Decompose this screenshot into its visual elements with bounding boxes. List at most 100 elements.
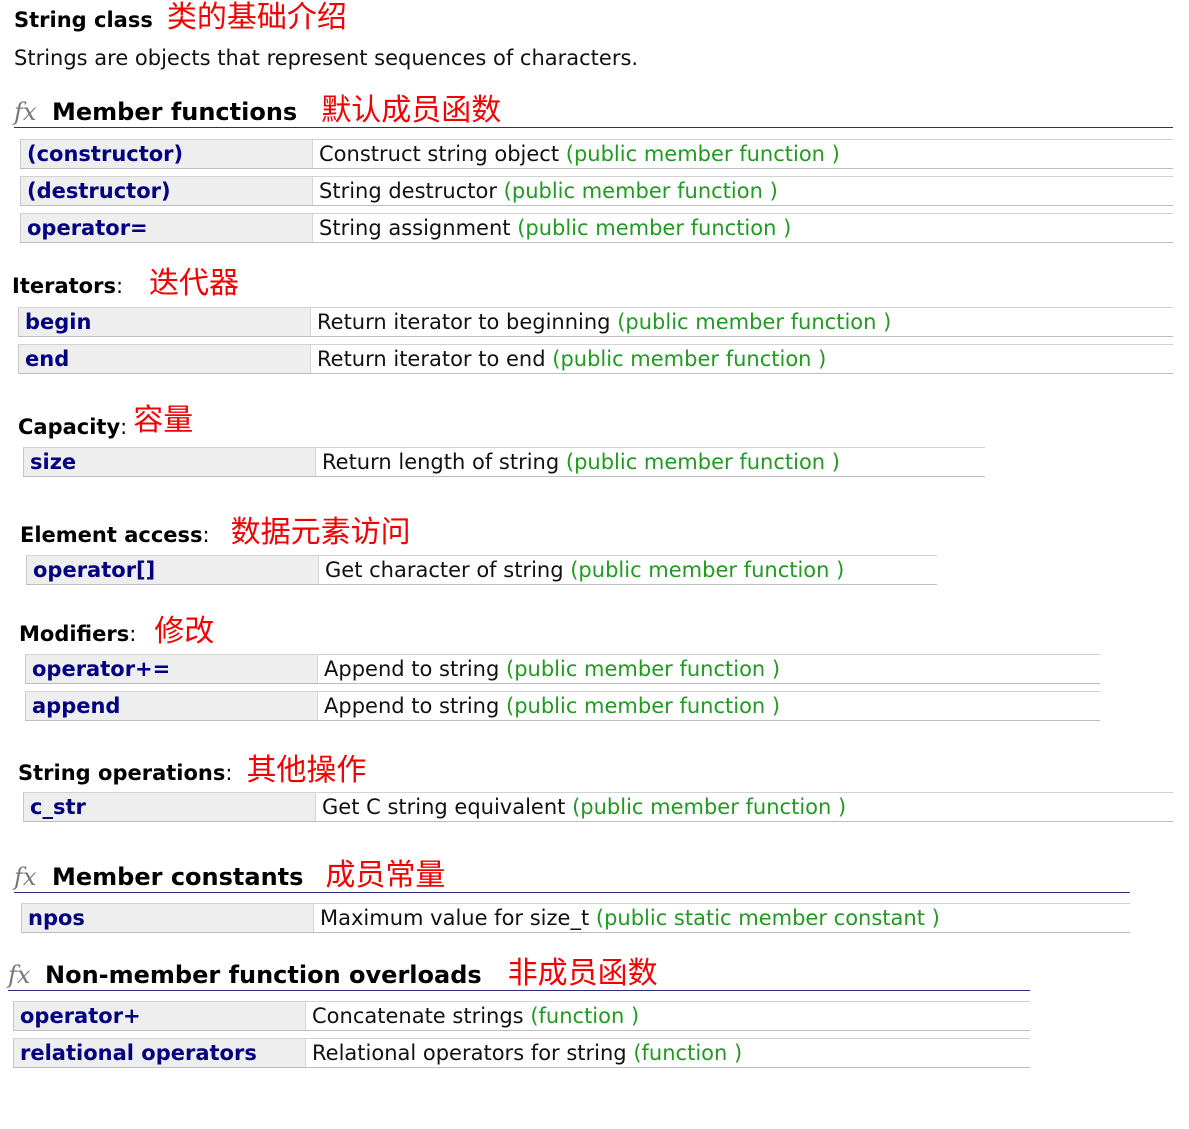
table-row: begin Return iterator to beginning (publ… bbox=[18, 307, 1173, 337]
table-row: relational operators Relational operator… bbox=[13, 1038, 1030, 1068]
iterators-table: begin Return iterator to beginning (publ… bbox=[18, 307, 1173, 381]
subsection-label-iterators: Iterators : 迭代器 bbox=[12, 269, 239, 299]
section-heading-member-constants: Member constants 成员常量 bbox=[14, 861, 1130, 893]
name-cell: size bbox=[23, 448, 316, 476]
subsection-annotation: 修改 bbox=[154, 614, 215, 649]
member-link-relational-operators[interactable]: relational operators bbox=[20, 1041, 257, 1065]
member-link-append[interactable]: append bbox=[32, 694, 120, 718]
member-type-note: (public member function ) bbox=[572, 795, 847, 819]
member-description: Relational operators for string bbox=[312, 1041, 627, 1065]
name-cell: c_str bbox=[23, 793, 316, 821]
section-title: Member constants bbox=[52, 863, 304, 891]
description-cell: Relational operators for string (functio… bbox=[306, 1039, 1030, 1067]
section-heading-member-functions: Member functions 默认成员函数 bbox=[14, 96, 1173, 128]
member-type-note: (public member function ) bbox=[506, 694, 781, 718]
table-row: npos Maximum value for size_t (public st… bbox=[21, 903, 1130, 933]
subsection-label-capacity: Capacity : 容量 bbox=[18, 406, 193, 440]
description-cell: Get C string equivalent (public member f… bbox=[316, 793, 1173, 821]
table-row: (destructor) String destructor (public m… bbox=[20, 176, 1173, 206]
string-operations-table: c_str Get C string equivalent (public me… bbox=[23, 792, 1173, 829]
description-cell: Return iterator to end (public member fu… bbox=[311, 345, 1173, 373]
description-cell: Concatenate strings (function ) bbox=[306, 1002, 1030, 1030]
description-cell: Append to string (public member function… bbox=[318, 655, 1100, 683]
description-cell: Return iterator to beginning (public mem… bbox=[311, 308, 1173, 336]
table-row: c_str Get C string equivalent (public me… bbox=[23, 792, 1173, 822]
subsection-annotation: 其他操作 bbox=[246, 753, 367, 788]
page: { "page": { "title": "String class", "ti… bbox=[0, 0, 1189, 1129]
fx-icon bbox=[8, 963, 34, 987]
subsection-title: String operations bbox=[18, 761, 226, 785]
section-annotation: 默认成员函数 bbox=[321, 93, 502, 128]
member-description: Append to string bbox=[324, 657, 500, 681]
label-colon: : bbox=[202, 523, 210, 547]
member-link-npos[interactable]: npos bbox=[28, 906, 85, 930]
name-cell: relational operators bbox=[13, 1039, 306, 1067]
fx-icon bbox=[14, 100, 40, 124]
name-cell: (constructor) bbox=[20, 140, 313, 168]
member-link-operator-assign[interactable]: operator= bbox=[27, 216, 148, 240]
label-colon: : bbox=[129, 622, 137, 646]
subsection-title: Element access bbox=[20, 523, 203, 547]
member-type-note: (public member function ) bbox=[565, 142, 840, 166]
table-row: size Return length of string (public mem… bbox=[23, 447, 985, 477]
subsection-title: Iterators bbox=[12, 274, 116, 298]
member-description: String destructor bbox=[319, 179, 497, 203]
subsection-label-modifiers: Modifiers : 修改 bbox=[19, 617, 214, 647]
section-annotation: 非成员函数 bbox=[507, 956, 658, 991]
member-link-c-str[interactable]: c_str bbox=[30, 795, 86, 819]
member-description: Get character of string bbox=[325, 558, 564, 582]
member-link-destructor[interactable]: (destructor) bbox=[27, 179, 171, 203]
member-functions-table: (constructor) Construct string object (p… bbox=[20, 139, 1173, 250]
member-type-note: (public static member constant ) bbox=[595, 906, 940, 930]
table-row: append Append to string (public member f… bbox=[25, 691, 1100, 721]
description-cell: Return length of string (public member f… bbox=[316, 448, 985, 476]
modifiers-table: operator+= Append to string (public memb… bbox=[25, 654, 1100, 728]
label-colon: : bbox=[120, 415, 128, 439]
name-cell: operator= bbox=[20, 214, 313, 242]
member-link-size[interactable]: size bbox=[30, 450, 76, 474]
subsection-annotation: 迭代器 bbox=[149, 266, 240, 301]
section-title: Non-member function overloads bbox=[45, 961, 482, 989]
member-type-note: (public member function ) bbox=[565, 450, 840, 474]
member-link-operator-plus-assign[interactable]: operator+= bbox=[32, 657, 170, 681]
member-type-note: (public member function ) bbox=[570, 558, 845, 582]
page-description: Strings are objects that represent seque… bbox=[14, 46, 639, 70]
section-annotation: 成员常量 bbox=[325, 858, 446, 893]
table-row: operator+ Concatenate strings (function … bbox=[13, 1001, 1030, 1031]
member-link-end[interactable]: end bbox=[25, 347, 69, 371]
member-type-note: (function ) bbox=[633, 1041, 743, 1065]
name-cell: end bbox=[18, 345, 311, 373]
table-row: end Return iterator to end (public membe… bbox=[18, 344, 1173, 374]
member-link-operator-plus[interactable]: operator+ bbox=[20, 1004, 141, 1028]
table-row: operator+= Append to string (public memb… bbox=[25, 654, 1100, 684]
description-cell: String assignment (public member functio… bbox=[313, 214, 1173, 242]
description-cell: Construct string object (public member f… bbox=[313, 140, 1173, 168]
table-row: (constructor) Construct string object (p… bbox=[20, 139, 1173, 169]
table-row: operator[] Get character of string (publ… bbox=[26, 555, 937, 585]
member-description: Concatenate strings bbox=[312, 1004, 524, 1028]
member-type-note: (public member function ) bbox=[506, 657, 781, 681]
member-description: Maximum value for size_t bbox=[320, 906, 590, 930]
description-cell: Maximum value for size_t (public static … bbox=[314, 904, 1130, 932]
member-description: Return length of string bbox=[322, 450, 560, 474]
member-type-note: (public member function ) bbox=[617, 310, 892, 334]
subsection-annotation: 数据元素访问 bbox=[230, 515, 411, 550]
name-cell: operator+= bbox=[25, 655, 318, 683]
description-cell: Append to string (public member function… bbox=[318, 692, 1100, 720]
name-cell: operator[] bbox=[26, 556, 319, 584]
member-type-note: (function ) bbox=[530, 1004, 640, 1028]
name-cell: begin bbox=[18, 308, 311, 336]
name-cell: operator+ bbox=[13, 1002, 306, 1030]
member-link-begin[interactable]: begin bbox=[25, 310, 91, 334]
member-link-constructor[interactable]: (constructor) bbox=[27, 142, 183, 166]
capacity-table: size Return length of string (public mem… bbox=[23, 447, 985, 484]
description-cell: Get character of string (public member f… bbox=[319, 556, 937, 584]
fx-icon bbox=[14, 865, 40, 889]
member-constants-table: npos Maximum value for size_t (public st… bbox=[21, 903, 1130, 940]
member-description: Get C string equivalent bbox=[322, 795, 566, 819]
member-description: Return iterator to end bbox=[317, 347, 546, 371]
page-title: String class bbox=[14, 8, 153, 32]
member-link-operator-subscript[interactable]: operator[] bbox=[33, 558, 155, 582]
name-cell: (destructor) bbox=[20, 177, 313, 205]
subsection-title: Modifiers bbox=[19, 622, 130, 646]
